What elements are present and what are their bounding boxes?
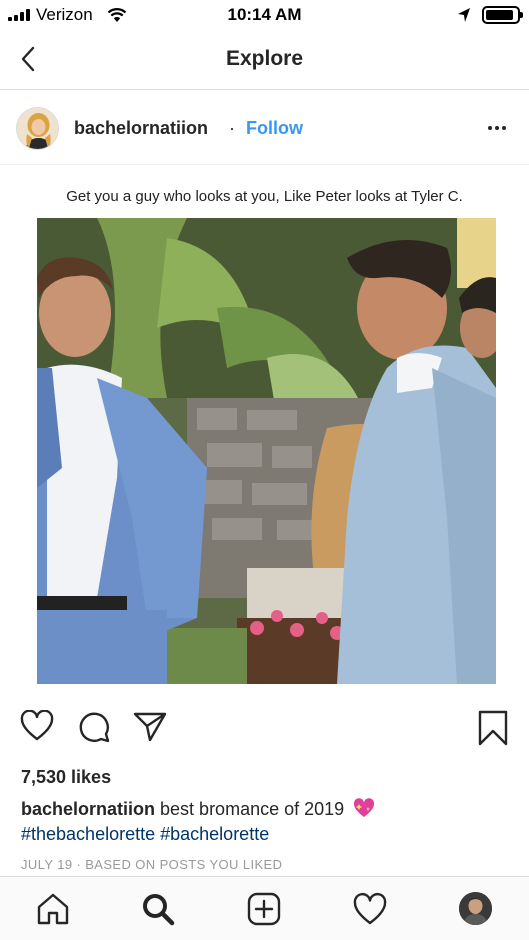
separator-dot: ·	[229, 118, 235, 138]
avatar[interactable]	[16, 107, 59, 150]
bottom-tab-bar	[0, 876, 529, 940]
post-media[interactable]: Get you a guy who looks at you, Like Pet…	[0, 166, 529, 694]
search-icon[interactable]	[140, 891, 176, 927]
paper-plane-icon[interactable]	[133, 710, 167, 742]
post-photo[interactable]	[37, 218, 496, 684]
caption-username[interactable]: bachelornatiion	[21, 799, 155, 819]
post-caption: bachelornatiion best bromance of 2019	[21, 798, 375, 820]
more-horizontal-icon[interactable]	[482, 116, 512, 140]
bookmark-icon[interactable]	[477, 710, 509, 746]
post-username[interactable]: bachelornatiion	[74, 118, 208, 139]
sparkling-heart-icon	[354, 798, 375, 817]
status-bar: Verizon 10:14 AM	[0, 0, 529, 30]
navigation-bar: Explore	[0, 30, 529, 90]
follow-button[interactable]: Follow	[246, 118, 303, 139]
activity-heart-icon[interactable]	[352, 891, 388, 927]
page-title: Explore	[225, 47, 304, 70]
home-icon[interactable]	[35, 891, 71, 927]
status-time: 10:14 AM	[227, 5, 302, 24]
location-icon	[458, 8, 470, 22]
battery-level	[486, 10, 513, 20]
post-header: bachelornatiion · Follow	[0, 91, 529, 165]
hashtags: #thebachelorette #bachelorette	[21, 824, 269, 845]
post-actions	[0, 708, 529, 754]
battery-icon	[482, 6, 523, 24]
hashtag-link[interactable]: #thebachelorette	[21, 824, 155, 844]
post-timestamp: JULY 19 · BASED ON POSTS YOU LIKED	[21, 857, 283, 872]
heart-icon[interactable]	[20, 710, 54, 742]
profile-avatar[interactable]	[459, 892, 492, 925]
add-post-icon[interactable]	[246, 891, 282, 927]
comment-icon[interactable]	[77, 710, 111, 744]
hashtag-link[interactable]: #bachelorette	[160, 824, 269, 844]
likes-count[interactable]: 7,530 likes	[21, 767, 111, 788]
image-caption: Get you a guy who looks at you, Like Pet…	[66, 188, 463, 205]
caption-text: best bromance of 2019	[160, 799, 345, 819]
